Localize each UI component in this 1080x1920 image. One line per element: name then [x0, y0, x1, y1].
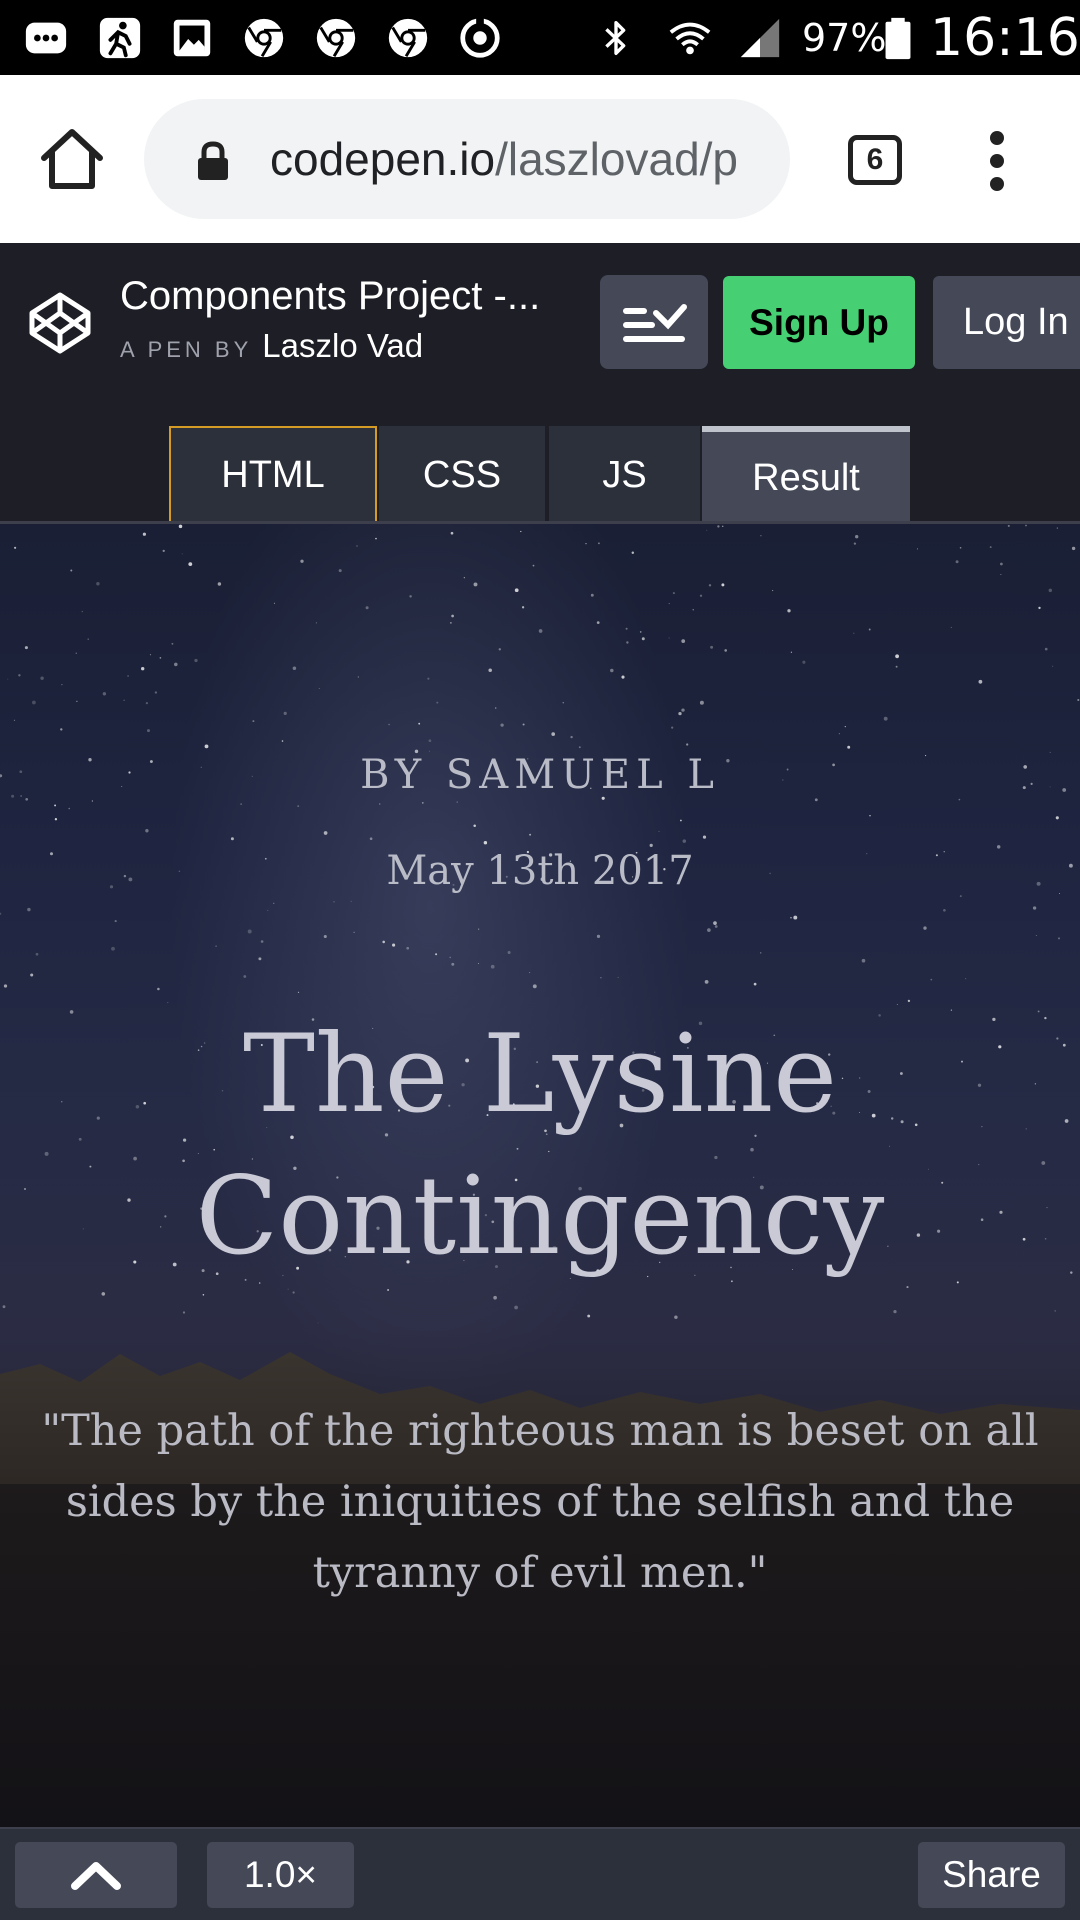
- url-host: codepen.io: [270, 133, 496, 185]
- home-icon[interactable]: [36, 126, 108, 192]
- tab-html[interactable]: HTML: [169, 426, 377, 524]
- author-link[interactable]: Laszlo Vad: [262, 327, 423, 364]
- chrome-icon: [312, 14, 360, 62]
- codepen-logo-icon[interactable]: [28, 291, 92, 355]
- tabs-icon[interactable]: 6: [848, 135, 902, 185]
- chevron-up-icon: [71, 1862, 121, 1890]
- layout-settings-button[interactable]: [600, 275, 708, 369]
- activity-icon: [96, 14, 144, 62]
- browser-toolbar: codepen.io/laszlovad/p 6: [0, 75, 1080, 243]
- log-in-button[interactable]: Log In: [933, 276, 1080, 369]
- url-path: /laszlovad/p: [495, 133, 739, 185]
- result-preview: BY SAMUEL L May 13th 2017 The Lysine Con…: [0, 524, 1080, 1827]
- pen-byline: A PEN BY Laszlo Vad: [120, 327, 423, 365]
- overflow-menu-icon[interactable]: [982, 131, 1012, 191]
- byline-label: A PEN BY: [120, 337, 253, 362]
- tab-js[interactable]: JS: [549, 426, 700, 524]
- wifi-icon: [666, 14, 714, 62]
- codepen-header: Components Project -... A PEN BY Laszlo V…: [0, 243, 1080, 400]
- clock: 16:16: [930, 8, 1080, 68]
- address-bar[interactable]: codepen.io/laszlovad/p: [144, 99, 790, 219]
- tab-result[interactable]: Result: [702, 426, 910, 524]
- url-text: codepen.io/laszlovad/p: [270, 129, 790, 189]
- share-button[interactable]: Share: [918, 1842, 1065, 1908]
- article-author: BY SAMUEL L: [360, 752, 720, 798]
- editor-tabs: HTML CSS JS Result: [0, 400, 1080, 524]
- chrome-icon: [240, 14, 288, 62]
- gallery-icon: [168, 14, 216, 62]
- article-quote: "The path of the righteous man is beset …: [41, 1406, 1039, 1598]
- sign-up-button[interactable]: Sign Up: [723, 276, 915, 369]
- layout-settings-icon: [623, 304, 687, 342]
- status-bar: 97% 16:16: [0, 0, 1080, 75]
- chrome-icon: [384, 14, 432, 62]
- expand-editor-button[interactable]: [15, 1842, 177, 1908]
- tab-css[interactable]: CSS: [379, 426, 545, 524]
- hero: BY SAMUEL L May 13th 2017 The Lysine Con…: [0, 524, 1080, 1827]
- bluetooth-icon: [592, 14, 640, 62]
- codepen-footer: 1.0× Share: [0, 1827, 1080, 1920]
- pen-title: Components Project -...: [120, 274, 541, 318]
- article-date: May 13th 2017: [386, 848, 694, 894]
- lock-icon: [196, 141, 230, 181]
- article-title: The Lysine Contingency: [195, 1012, 885, 1279]
- tab-count: 6: [866, 143, 884, 176]
- sync-icon: [456, 14, 504, 62]
- battery-icon: [874, 14, 922, 62]
- messages-icon: [22, 14, 70, 62]
- zoom-button[interactable]: 1.0×: [207, 1842, 354, 1908]
- signal-icon: [736, 14, 784, 62]
